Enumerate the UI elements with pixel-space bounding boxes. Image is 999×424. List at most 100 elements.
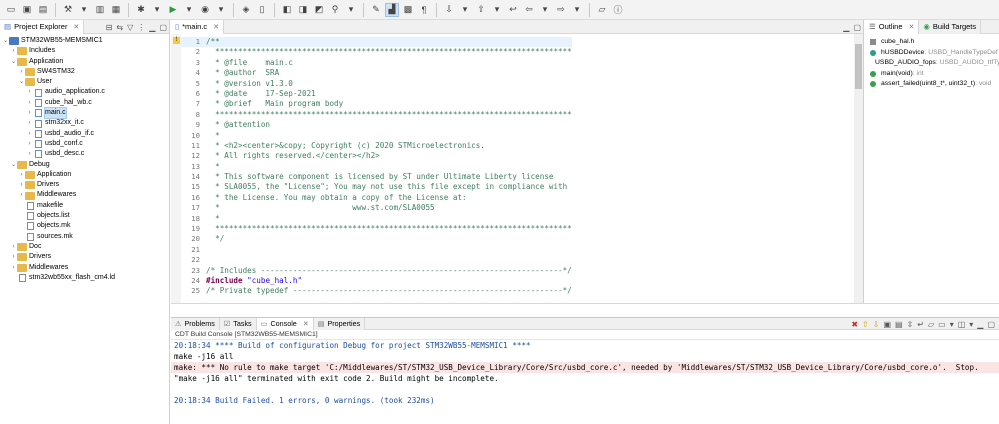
close-icon[interactable]: ✕ — [303, 320, 309, 328]
tree-item[interactable]: › Drivers — [0, 180, 169, 190]
external-tools-icon[interactable]: ◉ — [198, 3, 212, 17]
chevron-right-icon[interactable]: › — [10, 242, 17, 252]
console-output[interactable]: 20:18:34 **** Build of configuration Deb… — [171, 340, 999, 406]
view-menu-icon[interactable]: ⋮ — [137, 23, 145, 32]
tree-item[interactable]: › usbd_audio_if.c — [0, 129, 169, 139]
build-dropdown-icon[interactable]: ▾ — [77, 3, 91, 17]
code-line[interactable]: 25 /* Private typedef -------------------… — [181, 286, 572, 296]
tab-main-c[interactable]: ▯ *main.c ✕ — [171, 19, 225, 34]
code-line[interactable]: 1 /** — [181, 37, 572, 48]
minimize-icon[interactable]: ▁ — [149, 23, 155, 32]
new-icon[interactable]: ▭ — [4, 3, 18, 17]
filter-icon[interactable]: ▽ — [127, 23, 133, 32]
open-console-dropdown-icon[interactable]: ▾ — [969, 320, 973, 329]
forward-icon[interactable]: ⇨ — [554, 3, 568, 17]
collapse-all-icon[interactable]: ⊟ — [106, 23, 113, 32]
chevron-right-icon[interactable]: › — [10, 263, 17, 273]
code-line[interactable]: 12 * All rights reserved.</center></h2> — [181, 151, 572, 161]
tree-item[interactable]: › SW4STM32 — [0, 67, 169, 77]
show-build-console-icon[interactable]: ▣ — [883, 320, 891, 329]
tree-item[interactable]: makefile — [0, 201, 169, 211]
minimize-icon[interactable]: ▁ — [843, 23, 849, 32]
back-dropdown-icon[interactable]: ▾ — [538, 3, 552, 17]
minimize-icon[interactable]: ▁ — [977, 320, 983, 329]
code-line[interactable]: 24 #include "cube_hal.h" — [181, 276, 572, 286]
clean-icon[interactable]: ▦ — [109, 3, 123, 17]
new-class-icon[interactable]: ◨ — [296, 3, 310, 17]
code-line[interactable]: 10 * — [181, 131, 572, 141]
code-line[interactable]: 7 * @brief Main program body — [181, 99, 572, 109]
maximize-icon[interactable]: ▢ — [853, 23, 861, 32]
outline-item[interactable]: USBD_AUDIO_fops : USBD_AUDIO_ItfTypeDef — [865, 58, 999, 69]
tree-item[interactable]: › usbd_desc.c — [0, 149, 169, 159]
code-line[interactable]: 3 * @file main.c — [181, 58, 572, 68]
forward-dropdown-icon[interactable]: ▾ — [570, 3, 584, 17]
chevron-down-icon[interactable]: ⌄ — [10, 57, 17, 67]
next-error-icon[interactable]: ⇩ — [873, 320, 880, 329]
back-icon[interactable]: ⇦ — [522, 3, 536, 17]
tree-item[interactable]: › audio_application.c — [0, 87, 169, 97]
code-line[interactable]: 23 /* Includes --------------------------… — [181, 266, 572, 276]
code-line[interactable]: 21 — [181, 245, 572, 255]
tree-item[interactable]: › stm32xx_it.c — [0, 118, 169, 128]
last-edit-icon[interactable]: ↩ — [506, 3, 520, 17]
tree-item[interactable]: ⌄ Application — [0, 57, 169, 67]
display-console-dropdown-icon[interactable]: ▾ — [950, 320, 954, 329]
tab-project-explorer[interactable]: ▤ Project Explorer ✕ — [0, 19, 85, 34]
code-line[interactable]: 13 * — [181, 162, 572, 172]
tree-item[interactable]: › Middlewares — [0, 190, 169, 200]
tree-item[interactable]: › usbd_conf.c — [0, 139, 169, 149]
tab-build-targets[interactable]: ◉ Build Targets — [919, 19, 982, 34]
tree-item[interactable]: › Drivers — [0, 252, 169, 262]
outline-item[interactable]: assert_failed(uint8_t*, uint32_t) : void — [865, 79, 999, 90]
outline-item[interactable]: cube_hal.h — [865, 37, 999, 48]
tree-item[interactable]: › Application — [0, 170, 169, 180]
search-icon[interactable]: ⚲ — [328, 3, 342, 17]
tab-tasks[interactable]: ☑ Tasks — [219, 317, 257, 330]
previous-annotation-dropdown-icon[interactable]: ▾ — [490, 3, 504, 17]
chevron-right-icon[interactable]: › — [26, 139, 33, 149]
tree-item[interactable]: objects.mk — [0, 221, 169, 231]
chevron-down-icon[interactable]: ⌄ — [18, 77, 25, 87]
maximize-icon[interactable]: ▢ — [987, 320, 995, 329]
chevron-right-icon[interactable]: › — [26, 149, 33, 159]
run-icon[interactable]: ▶ — [166, 3, 180, 17]
tree-item[interactable]: › main.c — [0, 107, 169, 120]
code-line[interactable]: 9 * @attention — [181, 120, 572, 130]
tree-item[interactable]: sources.mk — [0, 232, 169, 242]
close-icon[interactable]: ✕ — [73, 23, 79, 31]
chevron-right-icon[interactable]: › — [10, 252, 17, 262]
tree-item[interactable]: › Middlewares — [0, 263, 169, 273]
code-line[interactable]: 2 **************************************… — [181, 47, 572, 57]
chevron-down-icon[interactable]: ⌄ — [2, 36, 9, 46]
word-wrap-icon[interactable]: ↵ — [917, 320, 924, 329]
debug-icon[interactable]: ✱ — [134, 3, 148, 17]
info-icon[interactable]: ⓘ — [611, 3, 625, 17]
build-all-icon[interactable]: ▥ — [93, 3, 107, 17]
previous-error-icon[interactable]: ⇧ — [862, 320, 869, 329]
code-line[interactable]: 16 * the License. You may obtain a copy … — [181, 193, 572, 203]
scroll-lock-icon[interactable]: ⇳ — [907, 320, 914, 329]
tab-outline[interactable]: ☰ Outline ✕ — [865, 19, 920, 34]
scrollbar-thumb[interactable] — [855, 44, 862, 89]
open-type-icon[interactable]: ◧ — [280, 3, 294, 17]
chevron-right-icon[interactable]: › — [26, 129, 33, 139]
editor-vertical-scrollbar[interactable] — [854, 34, 863, 303]
close-icon[interactable]: ✕ — [909, 23, 915, 31]
chevron-right-icon[interactable]: › — [26, 87, 33, 97]
tab-problems[interactable]: ⚠ Problems — [171, 317, 220, 330]
show-whitespace-icon[interactable]: ¶ — [417, 3, 431, 17]
pin-editor-icon[interactable]: ▱ — [595, 3, 609, 17]
close-icon[interactable]: ✕ — [213, 23, 219, 31]
clear-console-icon[interactable]: ▤ — [895, 320, 903, 329]
code-line[interactable]: 6 * @date 17-Sep-2021 — [181, 89, 572, 99]
pin-console-icon[interactable]: ▱ — [928, 320, 934, 329]
next-annotation-dropdown-icon[interactable]: ▾ — [458, 3, 472, 17]
open-console-icon[interactable]: ◫ — [958, 320, 966, 329]
previous-annotation-icon[interactable]: ⇧ — [474, 3, 488, 17]
link-editor-icon[interactable]: ⇆ — [116, 23, 123, 32]
code-line[interactable]: 8 **************************************… — [181, 110, 572, 120]
code-line[interactable]: 19 *************************************… — [181, 224, 572, 234]
chevron-right-icon[interactable]: › — [18, 67, 25, 77]
save-icon[interactable]: ▣ — [20, 3, 34, 17]
